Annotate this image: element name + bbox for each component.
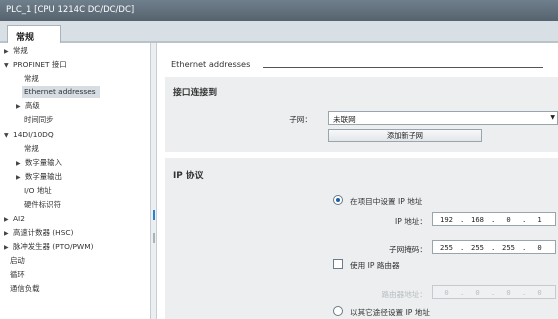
nav-item-digital-outputs[interactable]: ▶ 数字量输出: [16, 171, 62, 183]
router-octet-3: 0: [506, 287, 511, 297]
ip-address-label: IP 地址：: [394, 217, 427, 226]
nav-item-label: 常规: [24, 74, 39, 83]
window-title-bar: PLC_1 [CPU 1214C DC/DC/DC]: [0, 0, 558, 21]
nav-item-profinet-general[interactable]: 常规: [24, 73, 39, 85]
pane-splitter[interactable]: [150, 43, 157, 319]
nav-item-ethernet-addresses[interactable]: Ethernet addresses: [22, 86, 100, 98]
expander-collapsed-icon[interactable]: ▶: [4, 228, 13, 240]
interface-panel: 接口连接到 子网： 未联网 ▼ 添加新子网: [165, 77, 558, 152]
section-divider: [263, 67, 543, 68]
mask-octet-4: 0: [537, 242, 542, 252]
properties-content: Ethernet addresses 接口连接到 子网： 未联网 ▼ 添加新子网…: [157, 43, 558, 319]
subnet-value: 未联网: [333, 115, 356, 124]
ip-address-field[interactable]: 192. 168. 0. 1: [432, 212, 556, 226]
nav-item-pulse-generators[interactable]: ▶ 脉冲发生器 (PTO/PWM): [4, 241, 94, 253]
nav-item-time-sync[interactable]: 时间同步: [24, 114, 54, 126]
nav-item-label: Ethernet addresses: [24, 87, 96, 96]
set-ip-in-project-radio[interactable]: [333, 195, 343, 205]
mask-octet-1: 255: [440, 242, 453, 252]
splitter-grip-handle[interactable]: [153, 233, 155, 243]
nav-item-advanced[interactable]: ▶ 高级: [16, 100, 40, 112]
ip-octet-2: 168: [471, 214, 484, 224]
nav-item-label: 高速计数器 (HSC): [13, 228, 74, 237]
nav-item-label: AI2: [13, 214, 25, 223]
nav-item-label: 数字量输入: [25, 158, 62, 167]
nav-item-general[interactable]: ▶ 常规: [4, 45, 28, 57]
set-ip-in-project-label: 在项目中设置 IP 地址: [350, 197, 423, 206]
mask-octet-3: 255: [502, 242, 515, 252]
expander-collapsed-icon[interactable]: ▶: [4, 214, 13, 226]
nav-item-io-general[interactable]: 常规: [24, 143, 39, 155]
tab-strip: 常规: [0, 21, 558, 43]
interface-panel-title: 接口连接到: [173, 88, 217, 98]
set-ip-other-method-label: 以其它途径设置 IP 地址: [350, 308, 430, 317]
add-new-subnet-label: 添加新子网: [387, 131, 423, 140]
expander-collapsed-icon[interactable]: ▶: [16, 101, 25, 113]
expander-collapsed-icon[interactable]: ▶: [16, 172, 25, 184]
expander-collapsed-icon[interactable]: ▶: [4, 242, 13, 254]
nav-item-ai2[interactable]: ▶ AI2: [4, 213, 25, 225]
nav-item-label: 硬件标识符: [24, 200, 61, 209]
dropdown-arrow-icon[interactable]: ▼: [550, 114, 555, 121]
nav-item-io-addresses[interactable]: I/O 地址: [24, 185, 52, 197]
nav-item-label: 高级: [25, 101, 40, 110]
nav-item-label: 时间同步: [24, 115, 54, 124]
router-octet-4: 0: [537, 287, 542, 297]
nav-item-hsc[interactable]: ▶ 高速计数器 (HSC): [4, 227, 73, 239]
nav-item-label: 14DI/10DQ: [13, 130, 54, 139]
subnet-mask-field[interactable]: 255. 255. 255. 0: [432, 240, 556, 254]
section-title: Ethernet addresses: [171, 59, 251, 69]
router-address-field[interactable]: 0. 0. 0. 0: [432, 285, 556, 299]
nav-item-communication-load[interactable]: 通信负载: [10, 283, 40, 295]
nav-item-cycle[interactable]: 循环: [10, 269, 25, 281]
subnet-dropdown[interactable]: 未联网 ▼: [328, 111, 558, 125]
expander-collapsed-icon[interactable]: ▶: [16, 158, 25, 170]
nav-item-profinet[interactable]: ▼ PROFINET 接口: [4, 59, 67, 71]
radio-selected-dot: [336, 198, 340, 202]
ip-protocol-panel: IP 协议 在项目中设置 IP 地址 IP 地址： 192. 168. 0. 1…: [165, 158, 558, 319]
router-address-label: 路由器地址：: [381, 290, 427, 299]
router-octet-1: 0: [444, 287, 449, 297]
use-router-label: 使用 IP 路由器: [350, 261, 400, 270]
nav-item-label: 数字量输出: [25, 172, 62, 181]
subnet-mask-label: 子网掩码：: [389, 245, 427, 254]
use-router-checkbox[interactable]: [333, 259, 343, 269]
nav-item-label: 脉冲发生器 (PTO/PWM): [13, 242, 94, 251]
nav-item-label: 常规: [24, 144, 39, 153]
router-octet-2: 0: [475, 287, 480, 297]
tab-general[interactable]: 常规: [7, 25, 61, 43]
nav-item-14di-10dq[interactable]: ▼ 14DI/10DQ: [4, 129, 54, 141]
expander-expanded-icon[interactable]: ▼: [4, 60, 13, 72]
nav-item-label: I/O 地址: [24, 186, 52, 195]
nav-item-startup[interactable]: 启动: [10, 255, 25, 267]
subnet-label: 子网：: [289, 115, 312, 124]
expander-expanded-icon[interactable]: ▼: [4, 130, 13, 142]
nav-item-label: 循环: [10, 270, 25, 279]
window-title: PLC_1 [CPU 1214C DC/DC/DC]: [6, 5, 135, 15]
nav-item-label: PROFINET 接口: [13, 60, 67, 69]
nav-item-digital-inputs[interactable]: ▶ 数字量输入: [16, 157, 62, 169]
nav-item-hardware-id[interactable]: 硬件标识符: [24, 199, 61, 211]
ip-octet-3: 0: [506, 214, 511, 224]
mask-octet-2: 255: [471, 242, 484, 252]
ip-octet-1: 192: [440, 214, 453, 224]
nav-item-label: 启动: [10, 256, 25, 265]
splitter-grip-marker[interactable]: [153, 210, 155, 220]
ip-protocol-title: IP 协议: [173, 171, 204, 181]
ip-octet-4: 1: [537, 214, 542, 224]
tab-general-label: 常规: [16, 33, 35, 43]
nav-item-label: 常规: [13, 46, 28, 55]
expander-collapsed-icon[interactable]: ▶: [4, 46, 13, 58]
add-new-subnet-button[interactable]: 添加新子网: [328, 129, 482, 142]
property-navigation-tree: ▶ 常规 ▼ PROFINET 接口 常规 Ethernet addresses ▶…: [0, 43, 150, 319]
set-ip-other-method-radio[interactable]: [333, 306, 343, 316]
nav-item-label: 通信负载: [10, 284, 40, 293]
